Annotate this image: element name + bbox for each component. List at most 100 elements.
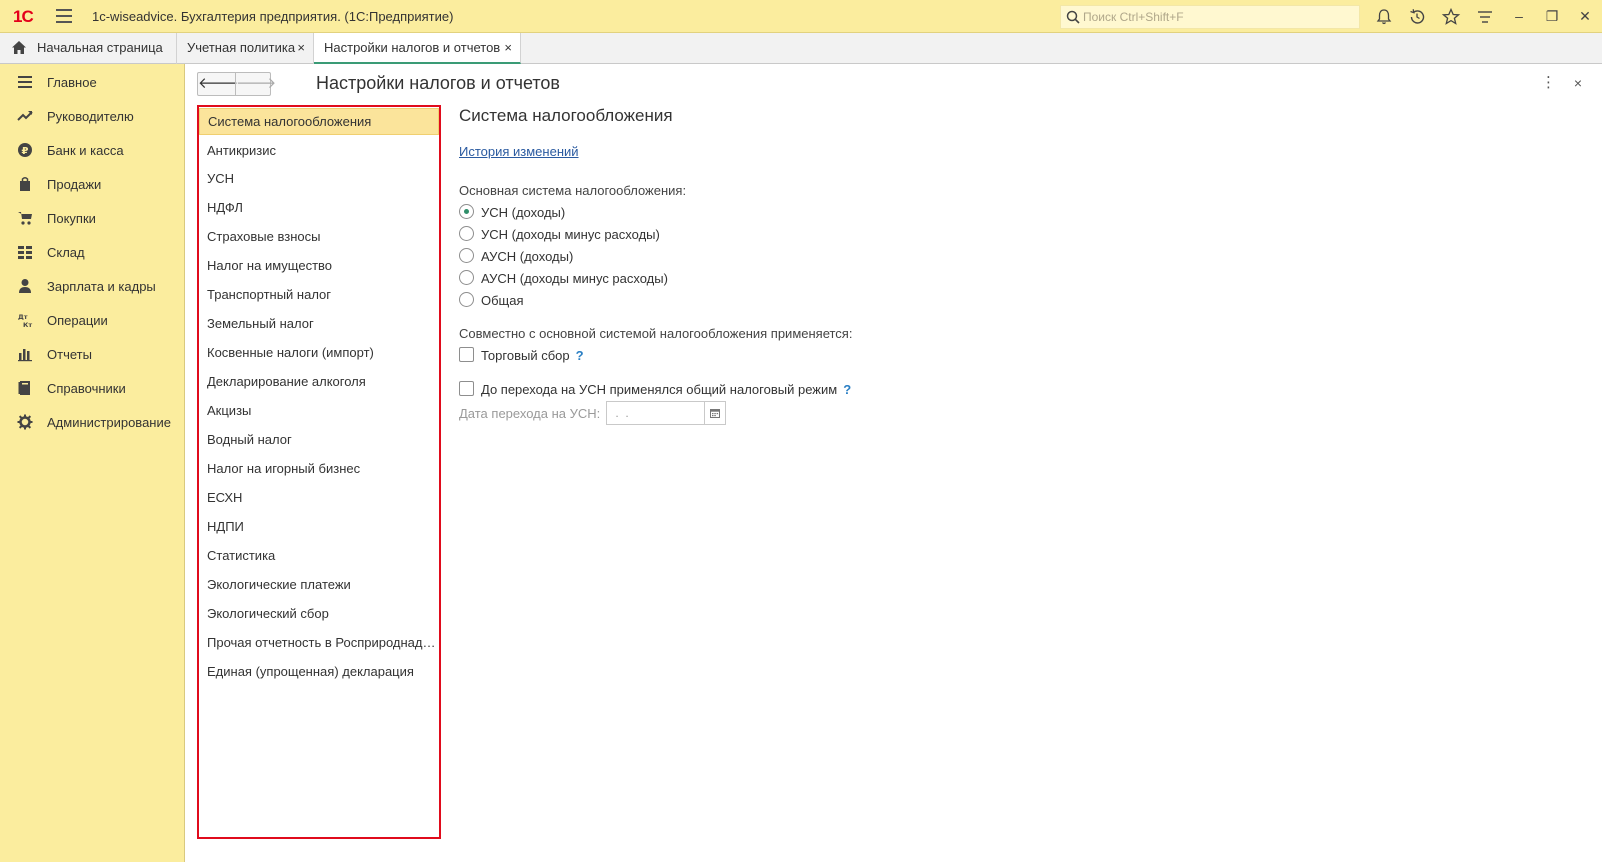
- radio-label: АУСН (доходы минус расходы): [481, 271, 668, 286]
- history-link[interactable]: История изменений: [459, 144, 579, 159]
- sidebar: Главное Руководителю ₽ Банк и касса Прод…: [0, 64, 185, 862]
- window-close-button[interactable]: ✕: [1574, 6, 1596, 26]
- section-item[interactable]: Декларирование алкоголя: [199, 368, 439, 395]
- radio-button[interactable]: [459, 292, 474, 307]
- restore-button[interactable]: ❐: [1541, 6, 1563, 26]
- section-item[interactable]: Единая (упрощенная) декларация: [199, 658, 439, 685]
- section-item[interactable]: Земельный налог: [199, 310, 439, 337]
- panel-title: Система налогообложения: [459, 106, 673, 125]
- bar-chart-icon: [18, 349, 32, 362]
- sidebar-item-label: Операции: [47, 313, 108, 328]
- person-icon: [19, 279, 31, 293]
- tab-close-icon[interactable]: ×: [297, 33, 305, 63]
- sidebar-item-admin[interactable]: Администрирование: [0, 407, 185, 437]
- section-item[interactable]: Косвенные налоги (импорт): [199, 339, 439, 366]
- sidebar-item-manager[interactable]: Руководителю: [0, 101, 185, 131]
- tab-home[interactable]: Начальная страница: [0, 33, 177, 64]
- transition-date-field[interactable]: [606, 401, 726, 425]
- sidebar-item-label: Главное: [47, 75, 97, 90]
- section-item[interactable]: НДПИ: [199, 513, 439, 540]
- cart-icon: [18, 212, 32, 225]
- book-icon: [18, 381, 30, 395]
- sidebar-item-label: Справочники: [47, 381, 126, 396]
- app-title: 1c-wiseadvice. Бухгалтерия предприятия. …: [92, 9, 454, 24]
- sidebar-item-label: Покупки: [47, 211, 96, 226]
- history-icon[interactable]: [1407, 7, 1427, 27]
- history-nav: 🡐 🡒: [197, 72, 276, 96]
- more-actions-button[interactable]: ⋮: [1541, 73, 1556, 93]
- sidebar-item-label: Руководителю: [47, 109, 134, 124]
- sidebar-item-label: Банк и касса: [47, 143, 124, 158]
- tab-bar: Начальная страница Учетная политика × На…: [0, 33, 1602, 64]
- calendar-icon: [710, 409, 720, 418]
- close-form-button[interactable]: ×: [1571, 73, 1585, 93]
- tab-accounting-policy-label: Учетная политика: [187, 40, 296, 55]
- sidebar-item-label: Продажи: [47, 177, 102, 192]
- prior-general-label: До перехода на УСН применялся общий нало…: [481, 382, 852, 397]
- section-item[interactable]: Налог на игорный бизнес: [199, 455, 439, 482]
- sidebar-item-main[interactable]: Главное: [0, 67, 185, 97]
- search-input[interactable]: [1083, 9, 1353, 25]
- sidebar-item-directories[interactable]: Справочники: [0, 373, 185, 403]
- section-item[interactable]: Водный налог: [199, 426, 439, 453]
- transition-date-input[interactable]: [612, 405, 702, 421]
- main-system-label: Основная система налогообложения:: [459, 183, 687, 198]
- radio-button[interactable]: [459, 204, 474, 219]
- section-item[interactable]: Прочая отчетность в Росприроднадзор: [199, 629, 439, 656]
- app-logo[interactable]: 1С: [13, 7, 34, 27]
- sidebar-item-sales[interactable]: Продажи: [0, 169, 185, 199]
- sidebar-item-label: Зарплата и кадры: [47, 279, 156, 294]
- help-icon[interactable]: ?: [843, 382, 851, 397]
- tab-close-icon[interactable]: ×: [504, 33, 512, 63]
- tab-accounting-policy[interactable]: Учетная политика ×: [177, 33, 314, 64]
- sidebar-item-warehouse[interactable]: Склад: [0, 237, 185, 267]
- warehouse-icon: [18, 246, 32, 259]
- tab-tax-settings[interactable]: Настройки налогов и отчетов ×: [314, 33, 521, 64]
- sidebar-item-bank[interactable]: ₽ Банк и касса: [0, 135, 185, 165]
- section-item[interactable]: Транспортный налог: [199, 281, 439, 308]
- section-item[interactable]: Антикризис: [199, 137, 439, 164]
- trade-fee-checkbox[interactable]: [459, 347, 474, 362]
- svg-text:Кт: Кт: [23, 321, 32, 328]
- bell-icon[interactable]: [1374, 7, 1394, 27]
- calendar-button[interactable]: [704, 402, 725, 424]
- prior-general-checkbox[interactable]: [459, 381, 474, 396]
- tab-tax-settings-label: Настройки налогов и отчетов: [324, 40, 501, 55]
- sidebar-item-label: Администрирование: [47, 415, 171, 430]
- forward-button[interactable]: 🡒: [235, 73, 276, 95]
- section-item[interactable]: Акцизы: [199, 397, 439, 424]
- radio-button[interactable]: [459, 248, 474, 263]
- settings-lines-icon[interactable]: [1475, 7, 1495, 27]
- page-title: Настройки налогов и отчетов: [316, 73, 560, 93]
- dt-kt-icon: Дт Кт: [18, 313, 32, 328]
- sidebar-item-operations[interactable]: Дт Кт Операции: [0, 305, 185, 335]
- section-item[interactable]: ЕСХН: [199, 484, 439, 511]
- svg-text:₽: ₽: [22, 146, 29, 157]
- ruble-coin-icon: ₽: [18, 143, 32, 157]
- radio-label: УСН (доходы минус расходы): [481, 227, 660, 242]
- radio-label: УСН (доходы): [481, 205, 566, 220]
- section-item[interactable]: Налог на имущество: [199, 252, 439, 279]
- section-item[interactable]: Экологический сбор: [199, 600, 439, 627]
- help-icon[interactable]: ?: [576, 348, 584, 363]
- section-item[interactable]: НДФЛ: [199, 194, 439, 221]
- section-item[interactable]: Экологические платежи: [199, 571, 439, 598]
- minimize-button[interactable]: –: [1508, 6, 1530, 26]
- sidebar-item-salary[interactable]: Зарплата и кадры: [0, 271, 185, 301]
- radio-button[interactable]: [459, 270, 474, 285]
- trend-icon: [17, 111, 33, 121]
- section-item[interactable]: Статистика: [199, 542, 439, 569]
- sidebar-item-reports[interactable]: Отчеты: [0, 339, 185, 369]
- sidebar-item-label: Отчеты: [47, 347, 92, 362]
- menu-lines-icon: [18, 76, 32, 88]
- global-search[interactable]: [1060, 5, 1360, 29]
- star-icon[interactable]: [1441, 7, 1461, 27]
- sidebar-item-purchases[interactable]: Покупки: [0, 203, 185, 233]
- section-item[interactable]: Страховые взносы: [199, 223, 439, 250]
- hamburger-menu-icon[interactable]: [56, 9, 72, 23]
- transition-date-label: Дата перехода на УСН:: [459, 406, 601, 421]
- radio-button[interactable]: [459, 226, 474, 241]
- section-item[interactable]: Система налогообложения: [199, 108, 439, 135]
- section-item[interactable]: УСН: [199, 165, 439, 192]
- back-button[interactable]: 🡐: [198, 73, 238, 95]
